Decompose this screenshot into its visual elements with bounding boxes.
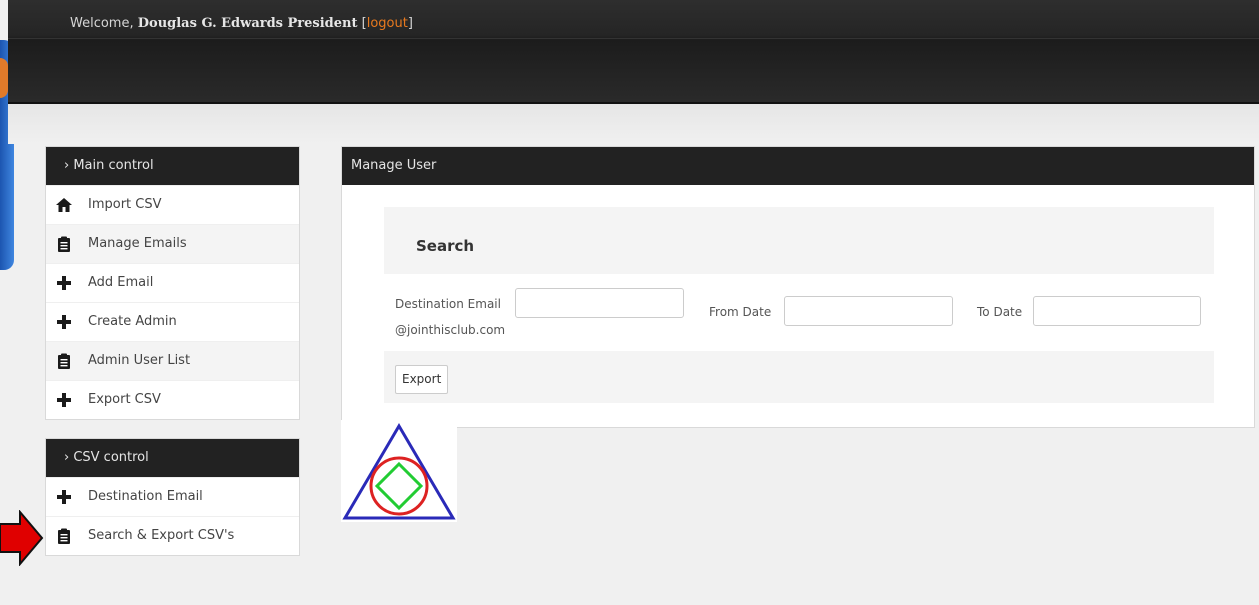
red-arrow-icon xyxy=(0,510,44,566)
plus-icon xyxy=(57,276,71,290)
export-button[interactable]: Export xyxy=(395,365,449,394)
to-date-input[interactable] xyxy=(1033,296,1201,326)
header-shadow xyxy=(8,104,1259,144)
main-control-panel: › Main control Import CSV Manage Emails … xyxy=(45,146,300,420)
sidebar-item-create-admin[interactable]: Create Admin xyxy=(46,302,299,341)
sidebar-item-label: Create Admin xyxy=(88,314,177,329)
sidebar-item-label: Import CSV xyxy=(88,197,162,212)
sidebar-item-import-csv[interactable]: Import CSV xyxy=(46,185,299,224)
csv-control-panel: › CSV control Destination Email Search &… xyxy=(45,438,300,556)
sidebar-item-label: Export CSV xyxy=(88,392,161,407)
export-bar: Export xyxy=(384,351,1214,403)
sidebar-item-label: Add Email xyxy=(88,275,154,290)
welcome-prefix: Welcome, xyxy=(70,16,134,31)
background-decoration-accent xyxy=(0,58,8,98)
csv-control-heading: › CSV control xyxy=(46,439,299,477)
sidebar-item-label: Manage Emails xyxy=(88,236,187,251)
panel-title: Manage User xyxy=(342,147,1254,185)
sidebar-item-admin-user-list[interactable]: Admin User List xyxy=(46,341,299,380)
from-date-label: From Date xyxy=(709,305,772,319)
from-date-input[interactable] xyxy=(784,296,953,326)
clipboard-icon xyxy=(58,528,70,544)
plus-icon xyxy=(57,393,71,407)
sidebar-item-label: Destination Email xyxy=(88,489,203,504)
clipboard-icon xyxy=(58,353,70,369)
to-date-label: To Date xyxy=(977,305,1023,319)
sidebar-item-destination-email[interactable]: Destination Email xyxy=(46,477,299,516)
plus-icon xyxy=(57,315,71,329)
triangle-circle-logo xyxy=(341,420,457,522)
destination-email-input[interactable] xyxy=(515,288,684,318)
search-header: Search xyxy=(384,207,1214,274)
sidebar-item-export-csv[interactable]: Export CSV xyxy=(46,380,299,419)
user-name: Douglas G. Edwards President xyxy=(137,16,358,31)
search-title: Search xyxy=(416,237,475,255)
sidebar-item-label: Admin User List xyxy=(88,353,191,368)
home-icon xyxy=(56,198,72,212)
header-divider xyxy=(8,38,1259,39)
destination-email-label: Destination Email xyxy=(395,297,501,311)
top-bar: Welcome, Douglas G. Edwards President [l… xyxy=(8,0,1259,104)
welcome-message: Welcome, Douglas G. Edwards President [l… xyxy=(70,16,413,31)
destination-domain-label: @jointhisclub.com xyxy=(395,323,506,337)
sidebar-item-add-email[interactable]: Add Email xyxy=(46,263,299,302)
manage-user-panel: Manage User Search Destination Email @jo… xyxy=(341,146,1255,428)
logout-link[interactable]: logout xyxy=(367,16,408,31)
bracket-close: ] xyxy=(407,16,413,31)
sidebar-item-search-export-csvs[interactable]: Search & Export CSV's xyxy=(46,516,299,555)
clipboard-icon xyxy=(58,236,70,252)
main-control-heading: › Main control xyxy=(46,147,299,185)
plus-icon xyxy=(57,490,71,504)
sidebar-item-label: Search & Export CSV's xyxy=(88,528,235,543)
sidebar-item-manage-emails[interactable]: Manage Emails xyxy=(46,224,299,263)
